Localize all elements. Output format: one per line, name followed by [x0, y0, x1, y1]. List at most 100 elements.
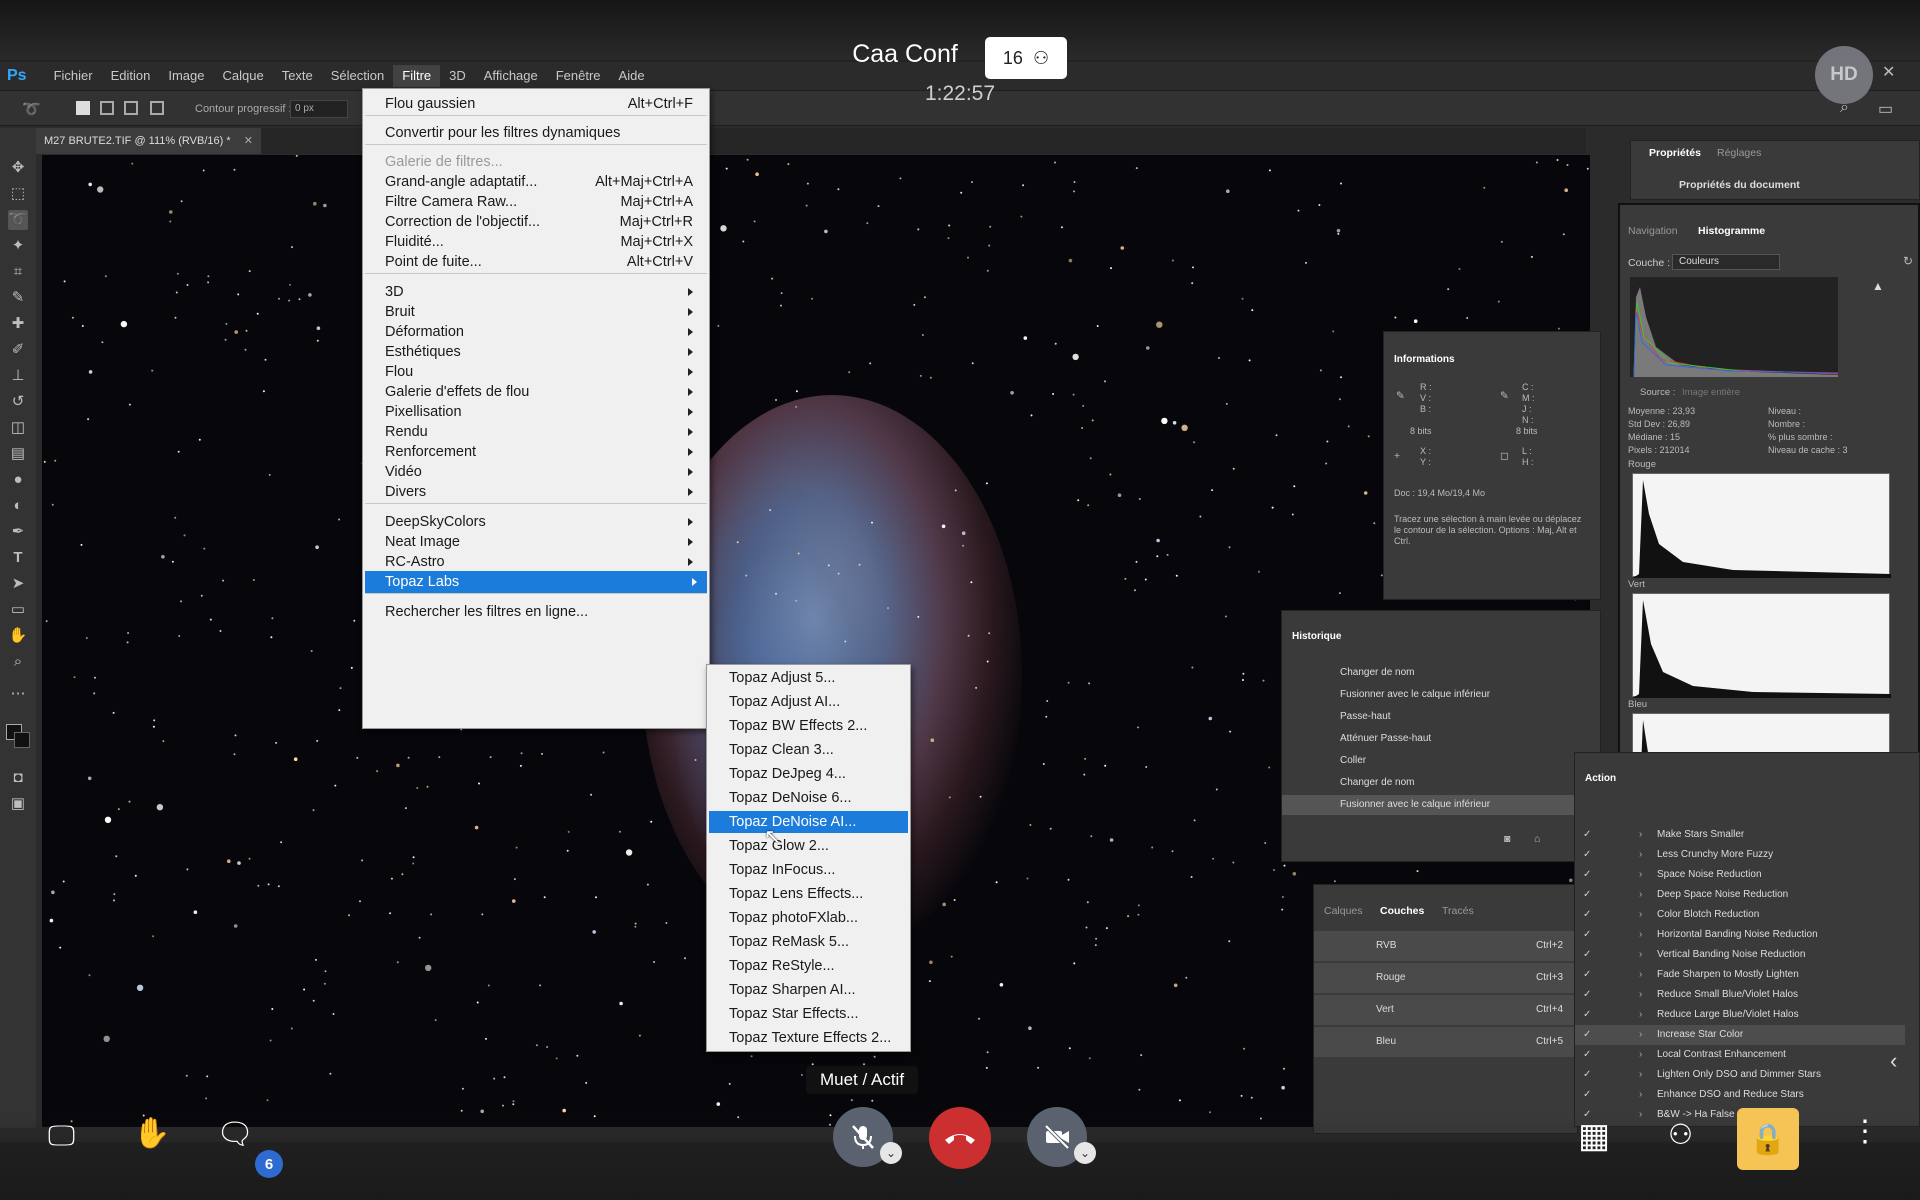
menu-filtre[interactable]: Filtre: [393, 65, 441, 87]
topaz-menu-item[interactable]: Topaz Lens Effects...: [729, 883, 904, 905]
filter-menu-item[interactable]: Flou: [385, 361, 693, 383]
topaz-menu-item[interactable]: Topaz Adjust AI...: [729, 691, 904, 713]
filter-menu-item[interactable]: Bruit: [385, 301, 693, 323]
filter-menu-item[interactable]: Galerie d'effets de flou: [385, 381, 693, 403]
filter-menu-item[interactable]: Vidéo: [385, 461, 693, 483]
filter-menu-item[interactable]: DeepSkyColors: [385, 511, 693, 533]
check-icon[interactable]: ✓: [1583, 1025, 1591, 1045]
action-item[interactable]: ✓ › Make Stars Smaller: [1575, 825, 1905, 845]
chevron-right-icon[interactable]: ›: [1639, 1065, 1642, 1085]
check-icon[interactable]: ✓: [1583, 905, 1591, 925]
topaz-menu-item[interactable]: Topaz Sharpen AI...: [729, 979, 904, 1001]
chevron-right-icon[interactable]: ›: [1639, 1045, 1642, 1065]
chevron-right-icon[interactable]: ›: [1639, 965, 1642, 985]
action-item[interactable]: ✓ › Deep Space Noise Reduction: [1575, 885, 1905, 905]
healing-tool-icon[interactable]: ✚: [8, 314, 28, 334]
topaz-menu-item[interactable]: Topaz Adjust 5...: [729, 667, 904, 689]
filter-menu-item[interactable]: Pixellisation: [385, 401, 693, 423]
eraser-tool-icon[interactable]: ◫: [8, 418, 28, 438]
more-options-icon[interactable]: ⋮: [1850, 1114, 1880, 1149]
menu-3d[interactable]: 3D: [440, 65, 475, 87]
channel-select[interactable]: Couleurs: [1672, 254, 1780, 270]
new-selection-icon[interactable]: [76, 101, 90, 115]
subtract-selection-icon[interactable]: [124, 101, 138, 115]
check-icon[interactable]: ✓: [1583, 825, 1591, 845]
filter-menu-item[interactable]: Rendu: [385, 421, 693, 443]
move-tool-icon[interactable]: ✥: [8, 158, 28, 178]
camera-options-chevron-icon[interactable]: ⌄: [1074, 1142, 1096, 1164]
microphone-options-chevron-icon[interactable]: ⌄: [880, 1142, 902, 1164]
chevron-right-icon[interactable]: ›: [1639, 845, 1642, 865]
check-icon[interactable]: ✓: [1583, 1085, 1591, 1105]
history-item-current[interactable]: Fusionner avec le calque inférieur: [1282, 795, 1600, 815]
filter-menu-item[interactable]: Rechercher les filtres en ligne...: [385, 601, 693, 623]
menu-affichage[interactable]: Affichage: [475, 65, 547, 87]
filter-menu-item[interactable]: Point de fuite... Alt+Ctrl+V: [385, 251, 693, 273]
security-button[interactable]: 🔒: [1737, 1108, 1799, 1170]
eyedropper-tool-icon[interactable]: ✎: [8, 288, 28, 308]
document-tab[interactable]: M27 BRUTE2.TIF @ 111% (RVB/16) * ✕: [36, 128, 261, 154]
marquee-tool-icon[interactable]: ⬚: [8, 184, 28, 204]
topaz-menu-item[interactable]: Topaz DeNoise AI...: [709, 811, 908, 833]
chevron-right-icon[interactable]: ›: [1639, 1005, 1642, 1025]
history-item[interactable]: Atténuer Passe-haut: [1282, 729, 1600, 749]
history-item[interactable]: Changer de nom: [1282, 773, 1600, 793]
menu-aide[interactable]: Aide: [610, 65, 654, 87]
topaz-menu-item[interactable]: Topaz InFocus...: [729, 859, 904, 881]
filter-menu-item[interactable]: 3D: [385, 281, 693, 303]
close-icon[interactable]: ✕: [1882, 62, 1895, 82]
channel-row[interactable]: Bleu Ctrl+5: [1314, 1027, 1577, 1057]
workspace-icon[interactable]: ▭: [1878, 99, 1893, 119]
type-tool-icon[interactable]: T: [8, 548, 28, 568]
filter-menu-item[interactable]: Déformation: [385, 321, 693, 343]
action-item[interactable]: ✓ › Increase Star Color: [1575, 1025, 1905, 1045]
filter-menu-item[interactable]: Renforcement: [385, 441, 693, 463]
history-brush-icon[interactable]: ↺: [8, 392, 28, 412]
action-item[interactable]: ✓ › Space Noise Reduction: [1575, 865, 1905, 885]
menu-image[interactable]: Image: [159, 65, 213, 87]
topaz-menu-item[interactable]: Topaz ReMask 5...: [729, 931, 904, 953]
check-icon[interactable]: ✓: [1583, 885, 1591, 905]
chevron-right-icon[interactable]: ›: [1639, 885, 1642, 905]
add-selection-icon[interactable]: [100, 101, 114, 115]
filter-menu-item[interactable]: Convertir pour les filtres dynamiques: [385, 122, 693, 144]
check-icon[interactable]: ✓: [1583, 865, 1591, 885]
gradient-tool-icon[interactable]: ▤: [8, 444, 28, 464]
history-item[interactable]: Coller: [1282, 751, 1600, 771]
check-icon[interactable]: ✓: [1583, 985, 1591, 1005]
background-color-swatch[interactable]: [14, 732, 30, 748]
action-item[interactable]: ✓ › Reduce Large Blue/Violet Halos: [1575, 1005, 1905, 1025]
check-icon[interactable]: ✓: [1583, 1065, 1591, 1085]
chevron-right-icon[interactable]: ›: [1639, 985, 1642, 1005]
blur-tool-icon[interactable]: ●: [8, 470, 28, 490]
camera-icon[interactable]: ⌂: [1534, 833, 1540, 845]
check-icon[interactable]: ✓: [1583, 845, 1591, 865]
zoom-tool-icon[interactable]: ⌕: [8, 652, 28, 672]
menu-edition[interactable]: Edition: [102, 65, 160, 87]
channel-row[interactable]: Rouge Ctrl+3: [1314, 963, 1577, 993]
tab-traces[interactable]: Tracés: [1442, 905, 1474, 917]
history-item[interactable]: Fusionner avec le calque inférieur: [1282, 685, 1600, 705]
shape-tool-icon[interactable]: ▭: [8, 600, 28, 620]
topaz-menu-item[interactable]: Topaz Glow 2...: [729, 835, 904, 857]
hangup-button[interactable]: [929, 1107, 991, 1169]
chevron-right-icon[interactable]: ›: [1639, 925, 1642, 945]
filter-menu-item[interactable]: Neat Image: [385, 531, 693, 553]
action-item[interactable]: ✓ › Reduce Small Blue/Violet Halos: [1575, 985, 1905, 1005]
action-item[interactable]: ✓ › Color Blotch Reduction: [1575, 905, 1905, 925]
topaz-menu-item[interactable]: Topaz Clean 3...: [729, 739, 904, 761]
invite-icon[interactable]: ⚇: [1668, 1118, 1693, 1151]
check-icon[interactable]: ✓: [1583, 1045, 1591, 1065]
chevron-right-icon[interactable]: ›: [1639, 865, 1642, 885]
topaz-menu-item[interactable]: Topaz DeJpeg 4...: [729, 763, 904, 785]
action-item[interactable]: ✓ › Enhance DSO and Reduce Stars: [1575, 1085, 1905, 1105]
chevron-right-icon[interactable]: ›: [1639, 905, 1642, 925]
filter-menu-item[interactable]: Flou gaussien Alt+Ctrl+F: [385, 93, 693, 115]
menu-selection[interactable]: Sélection: [322, 65, 393, 87]
channel-row[interactable]: Vert Ctrl+4: [1314, 995, 1577, 1025]
filter-menu-item[interactable]: Grand-angle adaptatif... Alt+Maj+Ctrl+A: [385, 171, 693, 193]
chevron-left-icon[interactable]: ‹: [1890, 1048, 1897, 1074]
chat-icon[interactable]: 🗨: [216, 1117, 254, 1152]
topaz-menu-item[interactable]: Topaz photoFXlab...: [729, 907, 904, 929]
avatar[interactable]: HD: [1815, 46, 1873, 104]
